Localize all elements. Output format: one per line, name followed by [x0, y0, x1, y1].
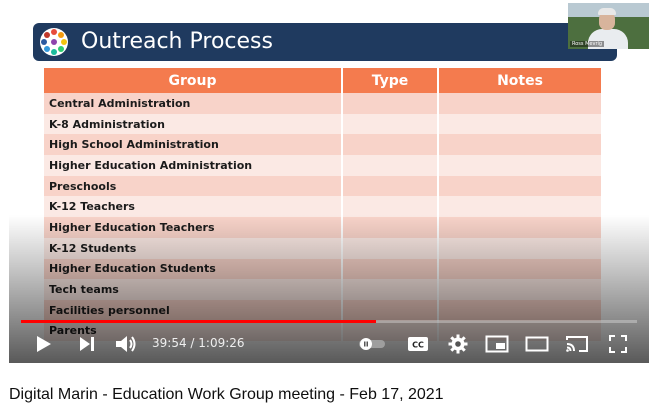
gear-icon	[448, 334, 468, 354]
cell-notes	[438, 258, 601, 280]
cell-notes	[438, 175, 601, 197]
time-display: 39:54 / 1:09:26	[152, 336, 245, 350]
autoplay-toggle[interactable]	[357, 330, 387, 358]
miniplayer-button[interactable]	[483, 330, 511, 358]
theater-button[interactable]	[523, 330, 551, 358]
cell-group: K-12 Teachers	[44, 196, 343, 218]
table-row: Facilities personnel	[44, 299, 601, 321]
duration: 1:09:26	[198, 336, 245, 350]
table-row: High School Administration	[44, 134, 601, 156]
table-row: K-12 Teachers	[44, 196, 601, 218]
video-title: Digital Marin - Education Work Group mee…	[9, 386, 444, 403]
fullscreen-button[interactable]	[605, 330, 631, 358]
header-notes: Notes	[438, 68, 601, 93]
captions-icon: CC	[408, 337, 428, 351]
progress-bar[interactable]	[21, 320, 637, 323]
cell-type	[342, 175, 439, 197]
header-group: Group	[44, 68, 343, 93]
time-separator: /	[186, 336, 199, 350]
theater-icon	[525, 336, 549, 352]
table-body: Central Administration K-8 Administration…	[44, 93, 601, 342]
cell-type	[342, 258, 439, 280]
outreach-table: Group Type Notes Central Administration K…	[44, 68, 601, 342]
cell-notes	[438, 134, 601, 156]
captions-button[interactable]: CC	[405, 330, 431, 358]
table-row: Higher Education Students	[44, 258, 601, 280]
cell-group: Preschools	[44, 175, 343, 197]
cell-group: K-8 Administration	[44, 113, 343, 135]
cell-group: Facilities personnel	[44, 299, 343, 321]
table-row: K-12 Students	[44, 237, 601, 259]
cell-type	[342, 279, 439, 300]
table-row: Higher Education Teachers	[44, 217, 601, 238]
cast-button[interactable]	[563, 330, 591, 358]
table-row: K-8 Administration	[44, 113, 601, 135]
svg-text:CC: CC	[412, 341, 424, 350]
play-button[interactable]	[31, 330, 57, 358]
cell-group: Higher Education Teachers	[44, 217, 343, 238]
cell-group: Higher Education Administration	[44, 155, 343, 176]
cell-notes	[438, 279, 601, 300]
fullscreen-icon	[609, 335, 627, 353]
volume-icon	[116, 336, 136, 352]
table-row: Central Administration	[44, 93, 601, 114]
cell-notes	[438, 299, 601, 321]
cell-type	[342, 134, 439, 156]
volume-button[interactable]	[113, 330, 139, 358]
cell-group: Higher Education Students	[44, 258, 343, 280]
cell-type	[342, 196, 439, 218]
cell-type	[342, 217, 439, 238]
cell-group: Tech teams	[44, 279, 343, 300]
cell-notes	[438, 93, 601, 114]
table-row: Tech teams	[44, 279, 601, 300]
cell-group: Central Administration	[44, 93, 343, 114]
cell-type	[342, 299, 439, 321]
webcam-thumbnail: Ross Mevrig	[568, 3, 649, 49]
cell-type	[342, 93, 439, 114]
cell-group: High School Administration	[44, 134, 343, 156]
play-icon	[37, 336, 51, 352]
cell-type	[342, 155, 439, 176]
cell-notes	[438, 217, 601, 238]
progress-fill	[21, 320, 377, 323]
cell-notes	[438, 237, 601, 259]
cell-type	[342, 113, 439, 135]
cell-type	[342, 237, 439, 259]
slide-header: Outreach Process	[33, 23, 617, 61]
miniplayer-icon	[485, 335, 509, 353]
cast-icon	[566, 336, 588, 352]
cell-group: K-12 Students	[44, 237, 343, 259]
settings-button[interactable]	[445, 330, 471, 358]
next-button[interactable]	[75, 330, 99, 358]
slide-title: Outreach Process	[81, 29, 273, 54]
cell-notes	[438, 196, 601, 218]
current-time: 39:54	[152, 336, 187, 350]
cell-notes	[438, 113, 601, 135]
cell-notes	[438, 155, 601, 176]
dots-logo-icon	[40, 28, 68, 56]
autoplay-toggle-icon	[359, 338, 385, 350]
next-icon	[80, 337, 94, 351]
header-type: Type	[342, 68, 439, 93]
video-player[interactable]: Outreach Process Ross Mevrig Group Type …	[9, 0, 649, 363]
table-row: Higher Education Administration	[44, 155, 601, 176]
table-row: Preschools	[44, 175, 601, 197]
webcam-name-label: Ross Mevrig	[570, 41, 605, 47]
